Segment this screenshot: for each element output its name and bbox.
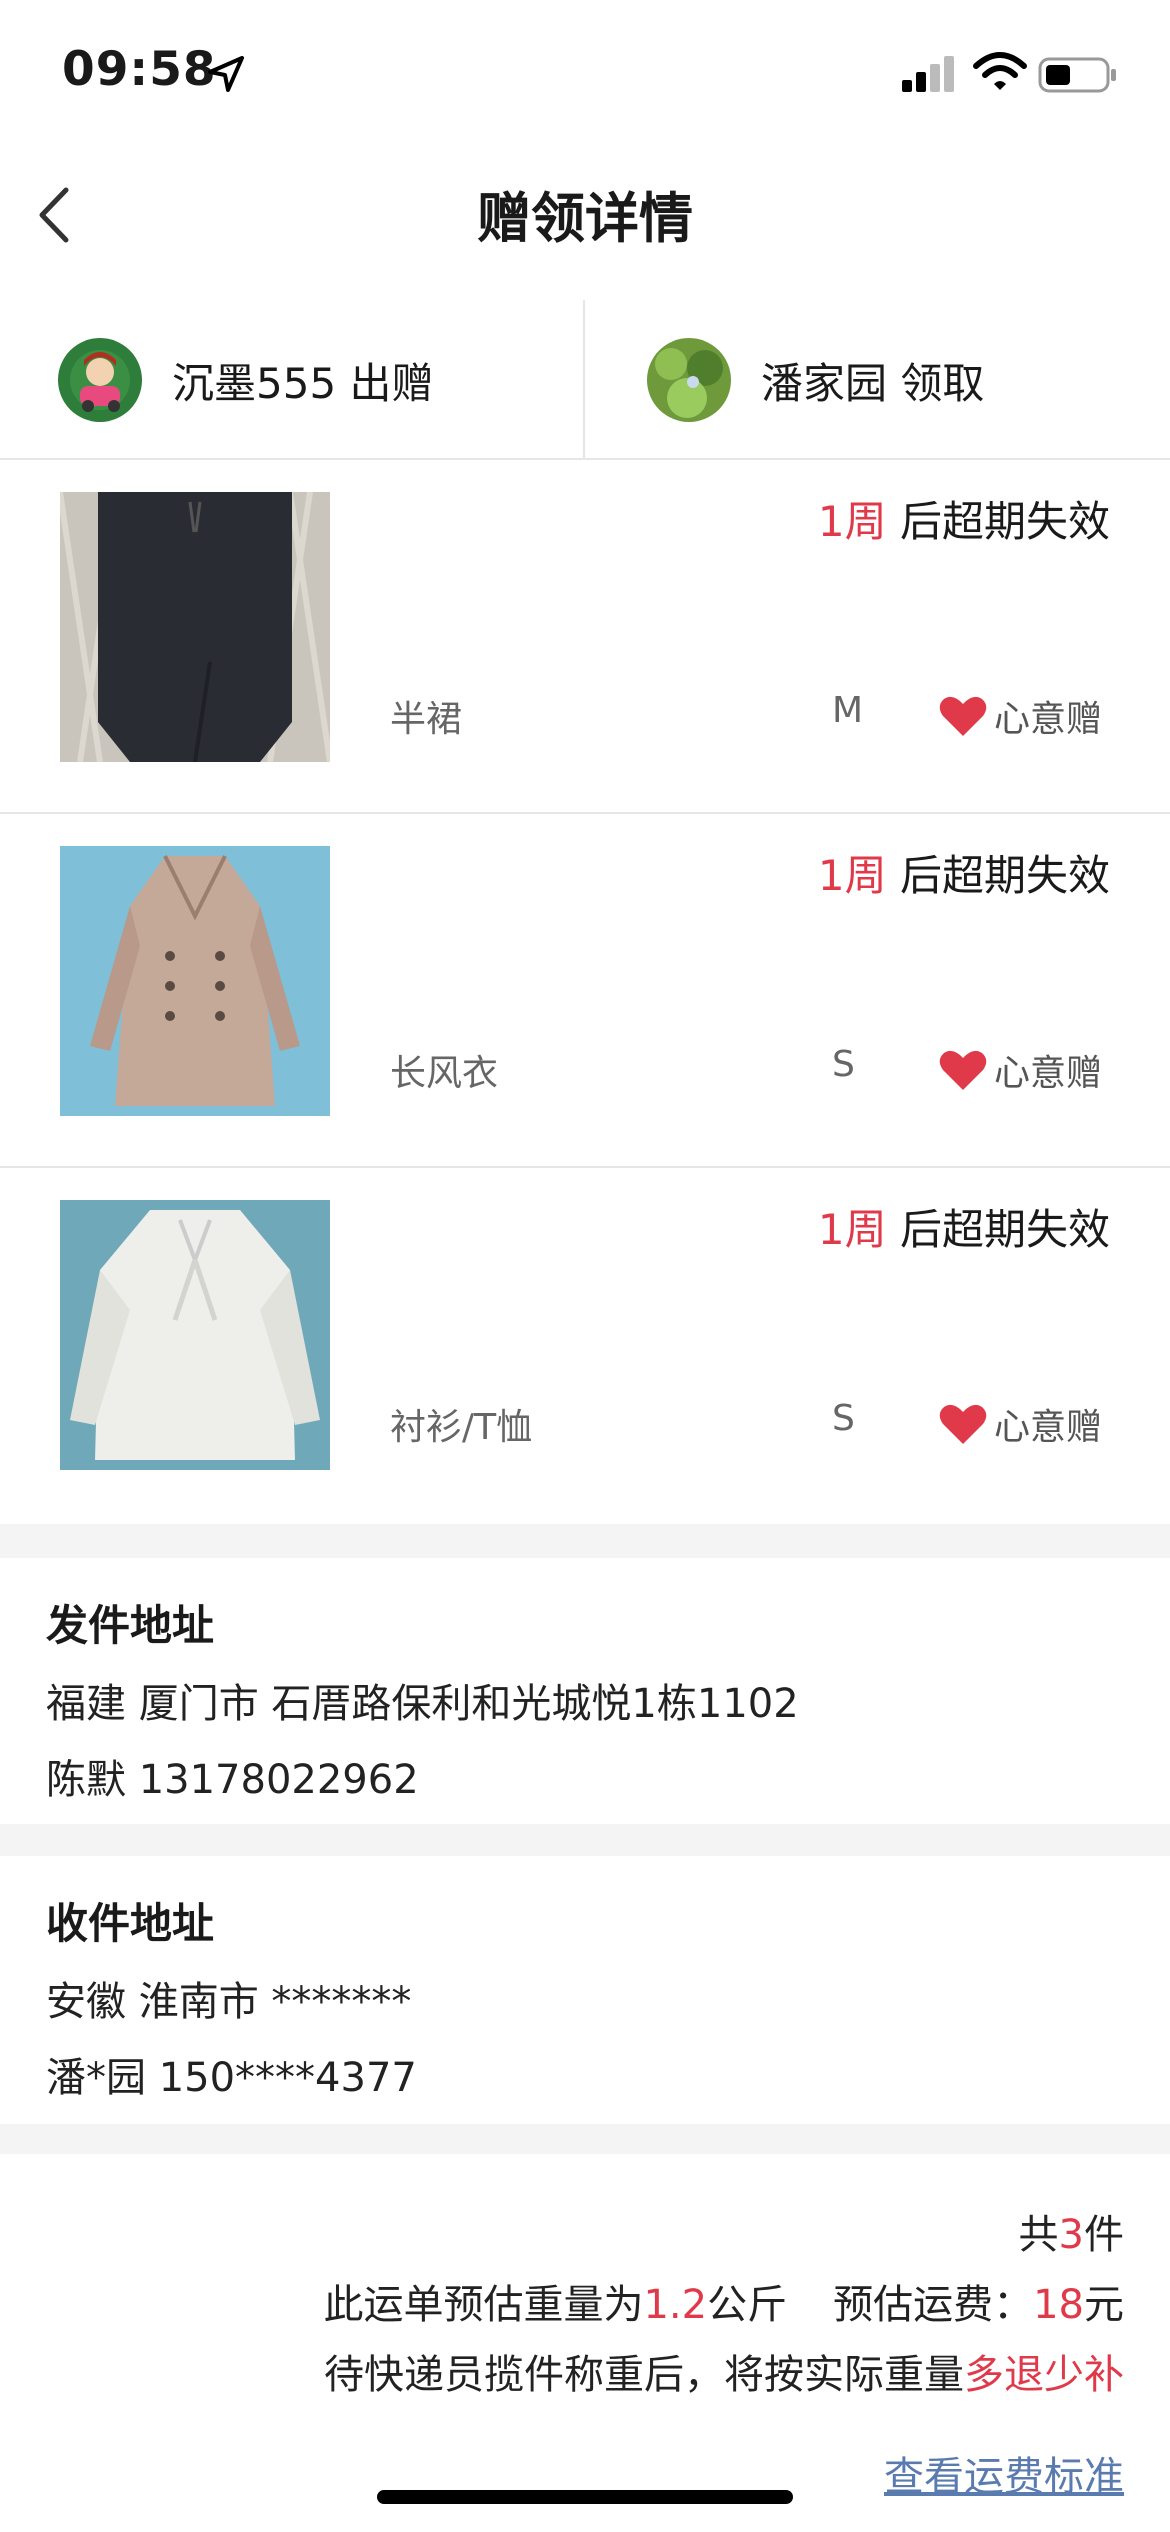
sender-address-section: 发件地址 福建 厦门市 石厝路保利和光城悦1栋1102 陈默 131780229… <box>0 1592 1170 1805</box>
gift-tag: 心意赠 <box>994 1053 1103 1094</box>
item-name: 半裙 <box>390 699 463 740</box>
home-indicator <box>377 2490 793 2504</box>
gift-item[interactable]: 1周 后超期失效 长风衣 S 心意赠 <box>0 816 1170 1168</box>
page-title: 赠领详情 <box>477 187 693 250</box>
shipping-summary: 共3件 此运单预估重量为1.2公斤 预估运费：18元 待快递员揽件称重后，将按实际… <box>0 2154 1170 2532</box>
receiver-address-line: 安徽 淮南市 ******* <box>46 1979 412 2025</box>
sender-address-line: 福建 厦门市 石厝路保利和光城悦1栋1102 <box>46 1681 799 1727</box>
section-divider <box>0 1824 1170 1856</box>
expire-notice: 1周 后超期失效 <box>817 497 1110 546</box>
item-name: 衬衫/T恤 <box>390 1407 533 1448</box>
heart-icon <box>939 696 987 736</box>
cellular-signal-icon <box>902 56 954 92</box>
status-bar: 09:58 <box>0 0 1170 150</box>
giver-label: 沉墨555 出赠 <box>172 358 434 408</box>
section-divider <box>0 2124 1170 2154</box>
expire-notice: 1周 后超期失效 <box>817 1205 1110 1254</box>
gift-tag: 心意赠 <box>994 1407 1103 1448</box>
receiver-info[interactable]: 潘家园 领取 <box>585 300 1170 460</box>
sender-contact: 陈默 13178022962 <box>46 1757 419 1803</box>
sender-address-title: 发件地址 <box>46 1601 215 1650</box>
heart-icon <box>939 1404 987 1444</box>
section-divider <box>0 1524 1170 1558</box>
item-size: S <box>832 1398 855 1439</box>
item-count: 共3件 <box>1018 2212 1124 2258</box>
receiver-contact: 潘*园 150****4377 <box>46 2055 417 2101</box>
battery-icon <box>1038 57 1116 93</box>
giver-info[interactable]: 沉墨555 出赠 <box>0 300 585 460</box>
receiver-label: 潘家园 领取 <box>761 358 985 408</box>
shirt-photo-icon <box>60 1200 330 1470</box>
gift-item[interactable]: 1周 后超期失效 衬衫/T恤 S 心意赠 <box>0 1170 1170 1522</box>
settlement-note: 待快递员揽件称重后，将按实际重量多退少补 <box>324 2352 1124 2398</box>
receiver-address-section: 收件地址 安徽 淮南市 ******* 潘*园 150****4377 <box>0 1890 1170 2103</box>
heart-icon <box>939 1050 987 1090</box>
view-fee-standard-link[interactable]: 查看运费标准 <box>884 2444 1124 2502</box>
gift-tag: 心意赠 <box>994 699 1103 740</box>
status-time: 09:58 <box>62 42 217 97</box>
parties-row: 沉墨555 出赠 潘家园 领取 <box>0 300 1170 460</box>
weight-fee-line: 此运单预估重量为1.2公斤 预估运费：18元 <box>323 2282 1124 2328</box>
giver-avatar <box>58 338 142 422</box>
item-name: 长风衣 <box>390 1053 499 1094</box>
trench-coat-photo-icon <box>60 846 330 1116</box>
location-arrow-icon <box>208 56 244 92</box>
skirt-photo-icon <box>60 492 330 762</box>
receiver-address-title: 收件地址 <box>46 1899 215 1948</box>
item-size: M <box>832 690 864 731</box>
expire-notice: 1周 后超期失效 <box>817 851 1110 900</box>
wifi-icon <box>973 52 1027 90</box>
gift-item[interactable]: 1周 后超期失效 半裙 M 心意赠 <box>0 462 1170 814</box>
nav-bar: 赠领详情 <box>0 150 1170 290</box>
item-size: S <box>832 1044 855 1085</box>
receiver-avatar <box>647 338 731 422</box>
